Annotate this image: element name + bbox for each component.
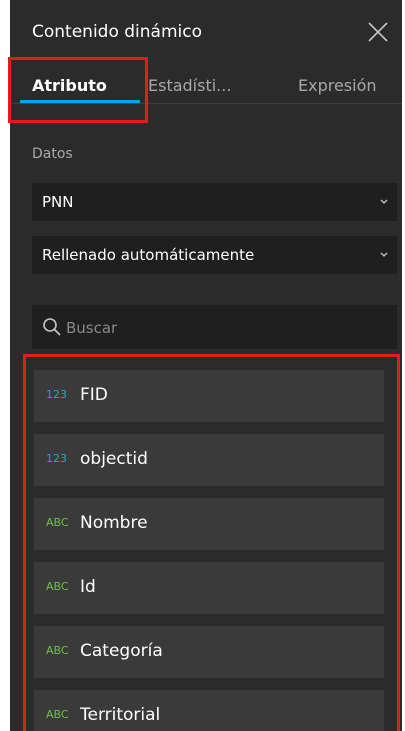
field-list-highlight-box xyxy=(23,354,400,731)
data-section-label: Datos xyxy=(32,146,73,162)
search-box xyxy=(32,305,397,349)
fill-mode-value: Rellenado automáticamente xyxy=(42,246,255,264)
tab-highlight-box xyxy=(8,57,148,123)
chevron-down-icon xyxy=(379,236,389,289)
data-source-value: PNN xyxy=(42,193,74,211)
tab-expresion[interactable]: Expresión xyxy=(298,76,377,95)
panel-header: Contenido dinámico xyxy=(10,0,402,62)
close-button[interactable] xyxy=(364,18,392,46)
search-input[interactable] xyxy=(64,313,388,343)
search-icon xyxy=(42,317,62,337)
data-source-select[interactable]: PNN xyxy=(32,183,397,221)
fill-mode-select[interactable]: Rellenado automáticamente xyxy=(32,236,397,274)
panel-title: Contenido dinámico xyxy=(32,22,202,42)
tab-estadisticas[interactable]: Estadísti... xyxy=(148,76,231,95)
chevron-down-icon xyxy=(379,183,389,236)
close-icon xyxy=(368,22,388,42)
